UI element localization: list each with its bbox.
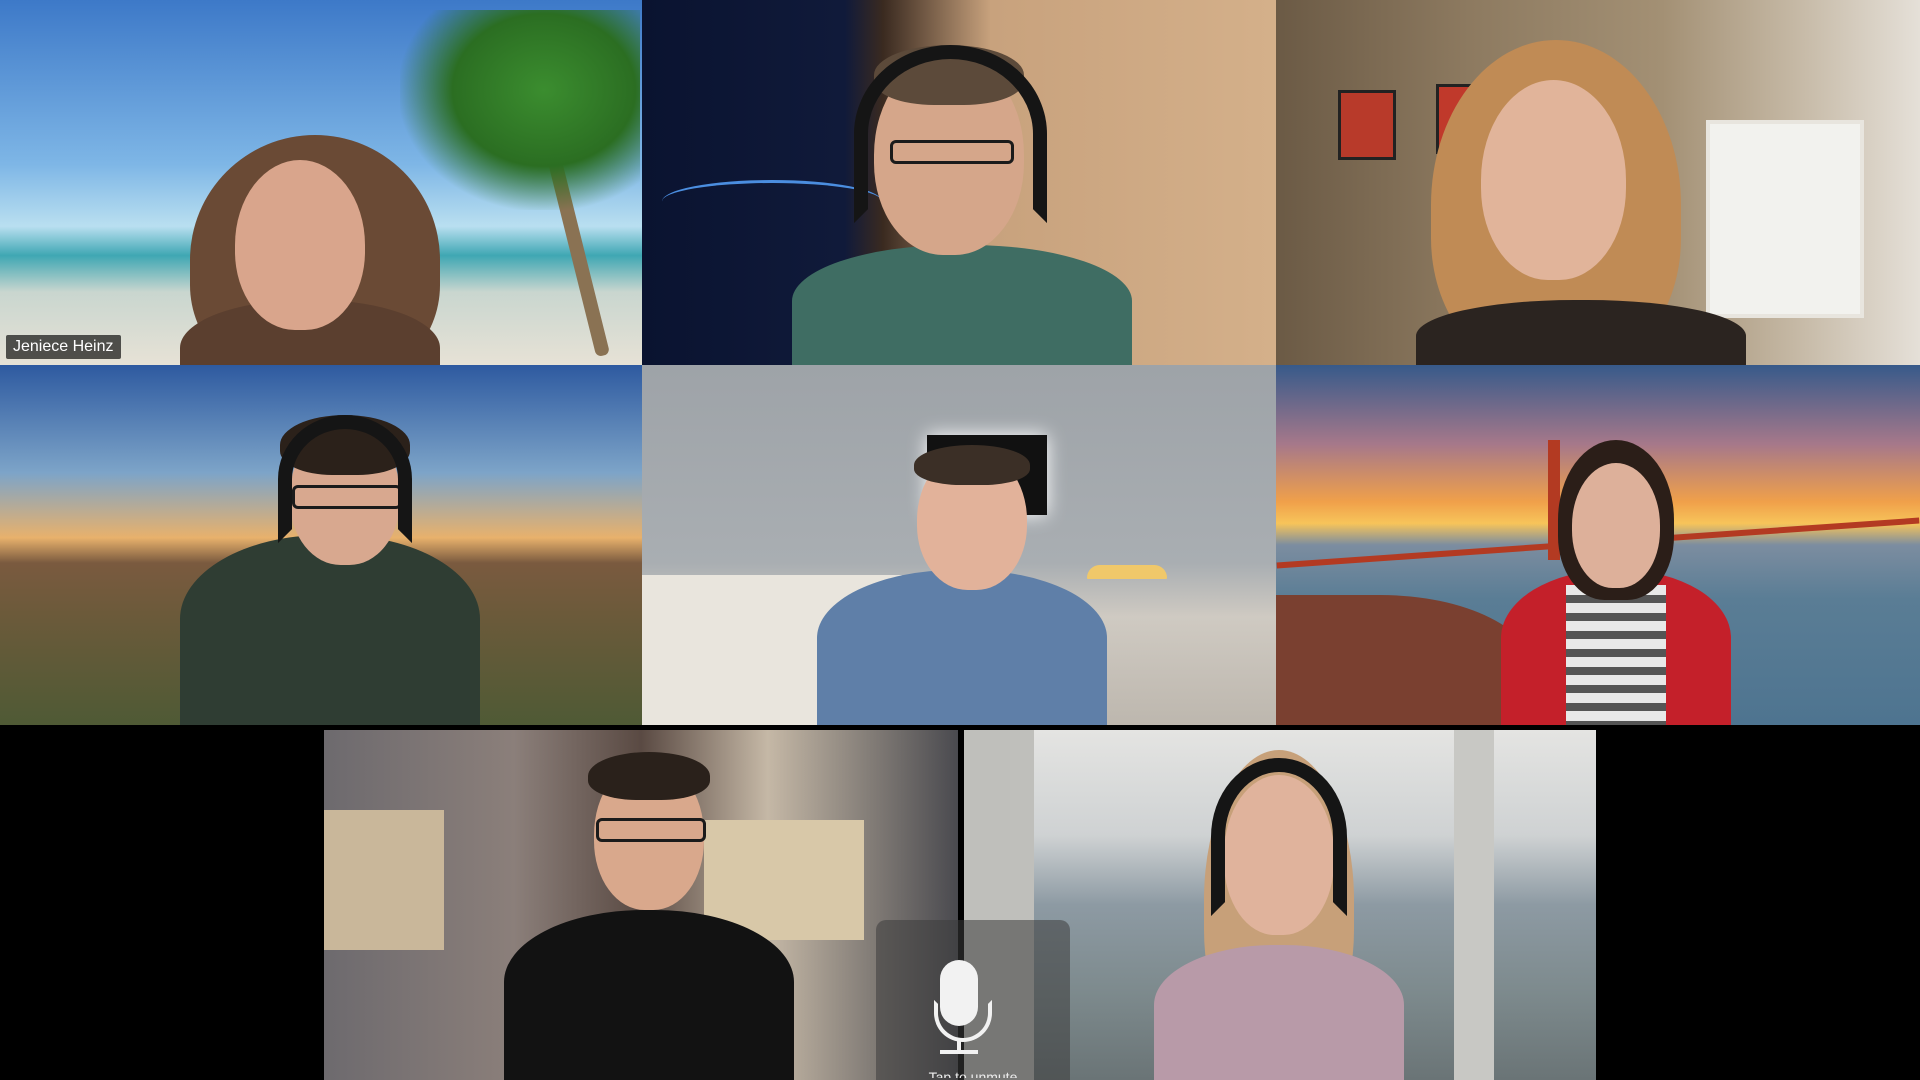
- video-tile-jeniece-heinz[interactable]: Jeniece Heinz: [0, 0, 642, 365]
- glasses-icon: [596, 818, 706, 842]
- video-tile-participant-5[interactable]: [642, 365, 1276, 725]
- video-tile-participant-4[interactable]: [0, 365, 642, 725]
- participant-body: [817, 570, 1107, 725]
- striped-shirt: [1566, 585, 1666, 725]
- participant-hair: [588, 752, 710, 800]
- unmute-button[interactable]: Tap to unmute: [876, 920, 1070, 1080]
- participant-name-label: Jeniece Heinz: [6, 335, 121, 359]
- headphones-icon: [854, 45, 1047, 223]
- video-tile-participant-3[interactable]: [1276, 0, 1920, 365]
- participant-hair: [914, 445, 1030, 485]
- lamp: [1087, 565, 1167, 579]
- participant-face: [1481, 80, 1626, 280]
- unmute-label: Tap to unmute: [928, 1069, 1018, 1078]
- participant-body: [792, 245, 1132, 365]
- window-frame: [1454, 730, 1494, 1080]
- video-tile-participant-7[interactable]: [324, 730, 958, 1080]
- participant-body: [504, 910, 794, 1080]
- wall-poster: [1338, 90, 1396, 160]
- microphone-icon-stand: [934, 1000, 992, 1042]
- microphone-icon-base: [940, 1050, 978, 1054]
- participant-body: [1154, 945, 1404, 1080]
- palm-leaves: [400, 10, 640, 210]
- participant-face: [1572, 463, 1660, 588]
- video-tile-participant-6[interactable]: [1276, 365, 1920, 725]
- headphones-icon: [1211, 758, 1347, 916]
- video-tile-participant-2[interactable]: [642, 0, 1276, 365]
- cork-board: [324, 810, 444, 950]
- participant-face: [235, 160, 365, 330]
- window: [1706, 120, 1864, 318]
- headphones-icon: [278, 415, 412, 543]
- participant-body: [1416, 300, 1746, 365]
- gallery-view: Jeniece Heinz Tap to unmute: [0, 0, 1920, 1080]
- earth-horizon: [662, 180, 882, 223]
